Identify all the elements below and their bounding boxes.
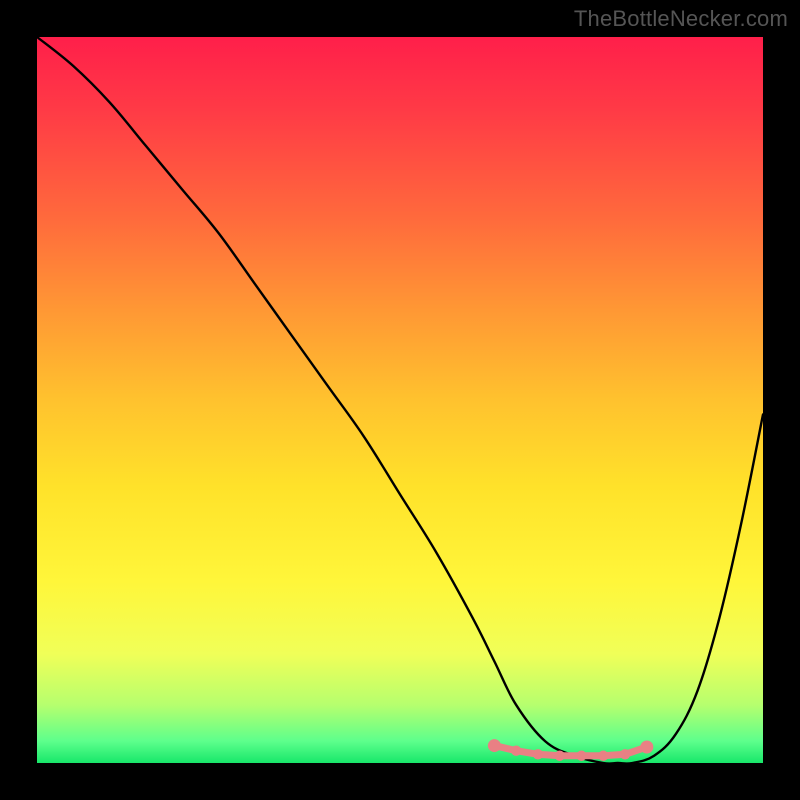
marker-dot (555, 751, 565, 761)
marker-dot (620, 749, 630, 759)
marker-dot (576, 751, 586, 761)
marker-dot (598, 751, 608, 761)
chart-frame: TheBottleNecker.com (0, 0, 800, 800)
chart-svg (37, 37, 763, 763)
bottleneck-curve (37, 37, 763, 764)
plot-area (37, 37, 763, 763)
marker-dot (640, 741, 653, 754)
watermark-text: TheBottleNecker.com (574, 6, 788, 32)
marker-dot (488, 739, 501, 752)
marker-dot (533, 749, 543, 759)
marker-dot (511, 745, 521, 755)
